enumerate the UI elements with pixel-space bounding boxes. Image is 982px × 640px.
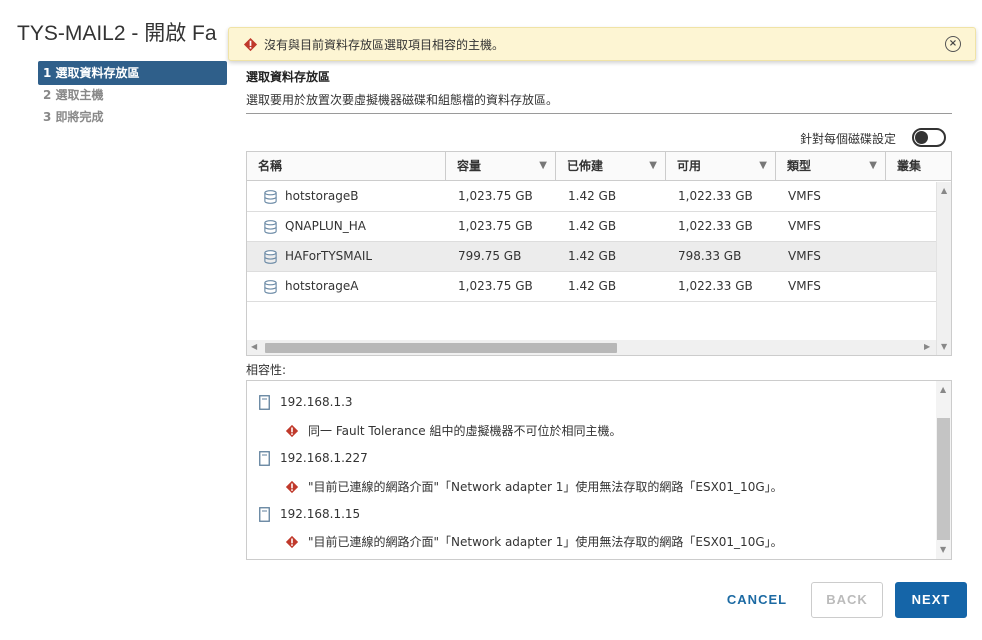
cell-type: VMFS	[788, 279, 821, 293]
cell-capacity: 799.75 GB	[458, 249, 522, 263]
compat-message-text: "目前已連線的網路介面"「Network adapter 1」使用無法存取的網路…	[308, 480, 783, 494]
datastore-icon	[264, 190, 277, 204]
table-row[interactable]: QNAPLUN_HA 1,023.75 GB 1.42 GB 1,022.33 …	[247, 212, 936, 242]
datastore-table: 名稱 容量 ▼ 已佈建 ▼ 可用 ▼ 類型 ▼ 叢集 hotstorageB 1,023…	[246, 151, 952, 356]
table-row[interactable]: hotstorageA 1,023.75 GB 1.42 GB 1,022.33…	[247, 272, 936, 302]
scroll-down-icon[interactable]: ▼	[941, 342, 947, 351]
scrollbar-thumb[interactable]	[265, 343, 617, 353]
compatibility-panel: 192.168.1.3 同一 Fault Tolerance 組中的虛擬機器不可…	[246, 380, 952, 560]
cell-free: 1,022.33 GB	[678, 189, 753, 203]
datastore-icon	[264, 250, 277, 264]
cell-free: 798.33 GB	[678, 249, 742, 263]
wizard-steps: 1 選取資料存放區 2 選取主機 3 即將完成	[38, 61, 227, 129]
table-row-selected[interactable]: HAForTYSMAIL 799.75 GB 1.42 GB 798.33 GB…	[247, 242, 936, 272]
host-icon	[259, 506, 270, 522]
banner-message: 沒有與目前資料存放區選取項目相容的主機。	[264, 37, 505, 52]
scroll-right-icon[interactable]: ▶	[924, 342, 930, 351]
toggle-knob	[915, 131, 928, 144]
compatibility-label: 相容性:	[246, 363, 287, 377]
section-title: 選取資料存放區	[246, 70, 331, 84]
scrollbar-thumb[interactable]	[937, 418, 950, 540]
scroll-up-icon[interactable]: ▲	[941, 186, 947, 195]
column-cluster-label: 叢集	[897, 159, 922, 173]
compat-message: "目前已連線的網路介面"「Network adapter 1」使用無法存取的網路…	[285, 477, 783, 497]
column-name[interactable]: 名稱	[247, 152, 446, 181]
column-provisioned-label: 已佈建	[567, 159, 604, 173]
filter-icon[interactable]: ▼	[539, 152, 547, 180]
cell-name: QNAPLUN_HA	[285, 219, 366, 233]
close-icon[interactable]: ×	[945, 36, 961, 52]
cell-capacity: 1,023.75 GB	[458, 219, 533, 233]
cell-capacity: 1,023.75 GB	[458, 189, 533, 203]
divider	[246, 113, 952, 114]
cell-provisioned: 1.42 GB	[568, 219, 617, 233]
back-button[interactable]: BACK	[811, 582, 883, 618]
column-type-label: 類型	[787, 159, 812, 173]
column-capacity[interactable]: 容量 ▼	[446, 152, 556, 181]
cell-type: VMFS	[788, 219, 821, 233]
filter-icon[interactable]: ▼	[649, 152, 657, 180]
warning-icon	[243, 37, 258, 51]
scroll-left-icon[interactable]: ◀	[251, 342, 257, 351]
compat-message: "目前已連線的網路介面"「Network adapter 1」使用無法存取的網路…	[285, 532, 783, 552]
host-icon	[259, 394, 270, 410]
datastore-icon	[264, 220, 277, 234]
cell-name: hotstorageB	[285, 189, 359, 203]
step-select-host[interactable]: 2 選取主機	[38, 83, 227, 107]
cell-capacity: 1,023.75 GB	[458, 279, 533, 293]
step-select-datastore[interactable]: 1 選取資料存放區	[38, 61, 227, 85]
cell-provisioned: 1.42 GB	[568, 249, 617, 263]
step-ready-to-complete[interactable]: 3 即將完成	[38, 105, 227, 129]
next-button[interactable]: NEXT	[895, 582, 967, 618]
cell-name: hotstorageA	[285, 279, 359, 293]
column-free[interactable]: 可用 ▼	[666, 152, 776, 181]
error-icon	[285, 480, 299, 494]
scroll-up-icon[interactable]: ▲	[940, 385, 946, 394]
cell-provisioned: 1.42 GB	[568, 189, 617, 203]
scroll-down-icon[interactable]: ▼	[940, 545, 946, 554]
table-header: 名稱 容量 ▼ 已佈建 ▼ 可用 ▼ 類型 ▼ 叢集	[247, 152, 951, 181]
per-disk-toggle-label: 針對每個磁碟設定	[800, 132, 897, 146]
warning-banner: 沒有與目前資料存放區選取項目相容的主機。 ×	[228, 27, 976, 61]
section-description: 選取要用於放置次要虛擬機器磁碟和組態檔的資料存放區。	[246, 93, 559, 107]
error-icon	[285, 535, 299, 549]
host-address: 192.168.1.3	[280, 395, 353, 409]
table-horizontal-scrollbar[interactable]: ◀ ▶	[247, 340, 936, 355]
host-icon	[259, 450, 270, 466]
filter-icon[interactable]: ▼	[869, 152, 877, 180]
error-icon	[285, 424, 299, 438]
per-disk-toggle[interactable]	[912, 128, 946, 147]
dialog-title: TYS-MAIL2 - 開啟 Fa	[17, 22, 217, 45]
cell-type: VMFS	[788, 249, 821, 263]
compat-host: 192.168.1.3	[259, 392, 353, 412]
table-vertical-scrollbar[interactable]: ▲ ▼	[936, 182, 951, 355]
cell-name: HAForTYSMAIL	[285, 249, 373, 263]
host-address: 192.168.1.227	[280, 451, 368, 465]
cell-provisioned: 1.42 GB	[568, 279, 617, 293]
datastore-icon	[264, 280, 277, 294]
table-row[interactable]: hotstorageB 1,023.75 GB 1.42 GB 1,022.33…	[247, 182, 936, 212]
cancel-button[interactable]: CANCEL	[718, 582, 796, 618]
compat-message-text: 同一 Fault Tolerance 組中的虛擬機器不可位於相同主機。	[308, 424, 622, 438]
host-address: 192.168.1.15	[280, 507, 361, 521]
column-type[interactable]: 類型 ▼	[776, 152, 886, 181]
compat-message: 同一 Fault Tolerance 組中的虛擬機器不可位於相同主機。	[285, 421, 621, 441]
compat-message-text: "目前已連線的網路介面"「Network adapter 1」使用無法存取的網路…	[308, 535, 783, 549]
column-name-label: 名稱	[258, 159, 283, 173]
compat-host: 192.168.1.15	[259, 504, 360, 524]
column-capacity-label: 容量	[457, 159, 482, 173]
cell-type: VMFS	[788, 189, 821, 203]
cell-free: 1,022.33 GB	[678, 279, 753, 293]
column-provisioned[interactable]: 已佈建 ▼	[556, 152, 666, 181]
column-cluster[interactable]: 叢集	[886, 152, 951, 181]
column-free-label: 可用	[677, 159, 702, 173]
filter-icon[interactable]: ▼	[759, 152, 767, 180]
compat-vertical-scrollbar[interactable]: ▲ ▼	[936, 381, 951, 559]
compat-host: 192.168.1.227	[259, 448, 368, 468]
cell-free: 1,022.33 GB	[678, 219, 753, 233]
